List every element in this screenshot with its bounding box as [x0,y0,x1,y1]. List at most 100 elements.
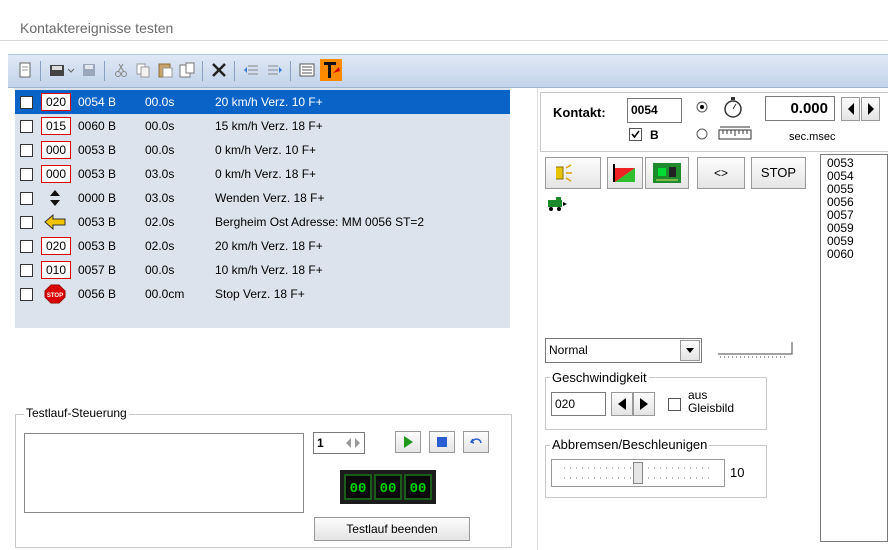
table-row[interactable]: 015 0060 B 00.0s 15 km/h Verz. 18 F+ [15,114,510,138]
arrow-left-icon [847,103,854,115]
kontakt-label: Kontakt: [553,105,606,120]
play-icon [404,436,413,448]
row-checkbox[interactable] [20,144,33,157]
speed-decrease-button[interactable] [611,392,633,416]
insert-after-icon[interactable] [266,61,284,79]
speed-ramp-button[interactable] [607,157,643,189]
row-checkbox[interactable] [20,288,33,301]
table-row[interactable]: 020 0054 B 00.0s 20 km/h Verz. 10 F+ [15,90,510,114]
radio-contact-icon[interactable] [695,100,709,114]
stop-button[interactable]: STOP [751,157,806,189]
b-label: B [650,128,659,142]
play-button[interactable] [395,431,421,453]
insert-before-icon[interactable] [242,61,260,79]
speed-badge: 020 [41,237,71,255]
row-description: 0 km/h Verz. 10 F+ [215,143,317,157]
toolbar [8,54,888,88]
stop-test-button[interactable] [429,431,455,453]
row-checkbox[interactable] [20,192,33,205]
delete-icon[interactable] [210,61,228,79]
brake-slider-thumb[interactable] [633,462,643,484]
row-time: 03.0s [145,167,175,181]
speed-badge: 000 [41,165,71,183]
row-time: 00.0cm [145,287,185,301]
brake-group-label: Abbremsen/Beschleunigen [550,437,710,452]
tc-logo-icon[interactable] [320,59,342,81]
locomotive-icon[interactable] [546,196,568,212]
lcd-seconds: 00 [404,474,432,500]
speed-input[interactable]: 020 [551,392,606,416]
table-row[interactable]: STOP 0056 B 00.0cm Stop Verz. 18 F+ [15,282,510,306]
speed-increase-button[interactable] [633,392,655,416]
speed-ramp-icon [613,164,635,182]
table-row[interactable]: 020 0053 B 02.0s 20 km/h Verz. 18 F+ [15,234,510,258]
aus-gleisbild-checkbox[interactable] [668,398,681,411]
row-time: 00.0s [145,119,175,133]
decoder-button[interactable] [645,157,689,189]
new-page-icon[interactable] [16,61,34,79]
table-row[interactable]: 0000 B 03.0s Wenden Verz. 18 F+ [15,186,510,210]
counter-spinner-icon[interactable] [343,434,363,452]
testlauf-output-box[interactable] [24,433,304,513]
row-description: Wenden Verz. 18 F+ [215,191,325,205]
row-address: 0053 B [78,167,117,181]
time-unit-label: sec.msec [789,131,836,143]
table-row[interactable]: 000 0053 B 00.0s 0 km/h Verz. 10 F+ [15,138,510,162]
table-row[interactable]: 010 0057 B 00.0s 10 km/h Verz. 18 F+ [15,258,510,282]
ruler-icon [718,126,752,140]
lcd-hours: 00 [344,474,372,500]
list-icon[interactable] [298,61,316,79]
row-address: 0053 B [78,143,117,157]
event-list[interactable]: 020 0054 B 00.0s 20 km/h Verz. 10 F+ 015 0060… [15,88,510,328]
stop-sign-icon: STOP [44,284,66,304]
row-address: 0057 B [78,263,117,277]
mode-dropdown-button[interactable] [680,340,700,361]
testlauf-beenden-button[interactable]: Testlauf beenden [314,517,470,541]
event-list-empty-area[interactable] [15,328,510,400]
table-row[interactable]: 0053 B 02.0s Bergheim Ost Adresse: MM 0056… [15,210,510,234]
time-next-button[interactable] [861,97,880,121]
toolbar-separator [290,61,291,81]
time-prev-button[interactable] [841,97,860,121]
brake-slider[interactable] [551,459,725,487]
small-slider[interactable] [716,338,796,360]
cut-icon[interactable] [112,61,130,79]
mode-select[interactable]: Normal [545,338,702,363]
kontakt-input[interactable]: 0054 [627,98,682,123]
speed-badge: 015 [41,117,71,135]
radio-distance-icon[interactable] [695,127,709,141]
reset-button[interactable] [463,431,489,453]
toolbar-separator [40,61,41,81]
row-checkbox[interactable] [20,240,33,253]
save-icon[interactable] [48,61,66,79]
time-input[interactable]: 0.000 [765,96,835,121]
row-description: 15 km/h Verz. 18 F+ [215,119,323,133]
row-time: 03.0s [145,191,175,205]
row-time: 00.0s [145,263,175,277]
row-checkbox[interactable] [20,264,33,277]
toolbar-separator [234,61,235,81]
paste-icon[interactable] [156,61,174,79]
table-row[interactable]: 000 0053 B 03.0s 0 km/h Verz. 18 F+ [15,162,510,186]
row-checkbox[interactable] [20,216,33,229]
row-description: 20 km/h Verz. 18 F+ [215,239,323,253]
row-description: Stop Verz. 18 F+ [215,287,305,301]
testlauf-counter-value: 1 [317,436,324,450]
row-checkbox[interactable] [20,168,33,181]
row-checkbox[interactable] [20,96,33,109]
list-item[interactable]: 0060 [827,248,887,261]
chevron-down-icon[interactable] [66,61,76,79]
arrow-left-icon [618,398,626,410]
row-time: 02.0s [145,239,175,253]
contacts-listbox[interactable]: 0053 0054 0055 0056 0057 0059 0059 0060 [820,154,888,542]
b-checkbox[interactable] [629,128,642,141]
row-checkbox[interactable] [20,120,33,133]
copy-icon[interactable] [134,61,152,79]
row-address: 0000 B [78,191,117,205]
light-button[interactable] [545,157,601,189]
nav-button[interactable]: <> [697,157,745,189]
window-title: Kontaktereignisse testen [20,20,174,36]
save-as-icon[interactable] [80,61,98,79]
speed-badge: 020 [41,93,71,111]
paste-special-icon[interactable] [178,61,196,79]
